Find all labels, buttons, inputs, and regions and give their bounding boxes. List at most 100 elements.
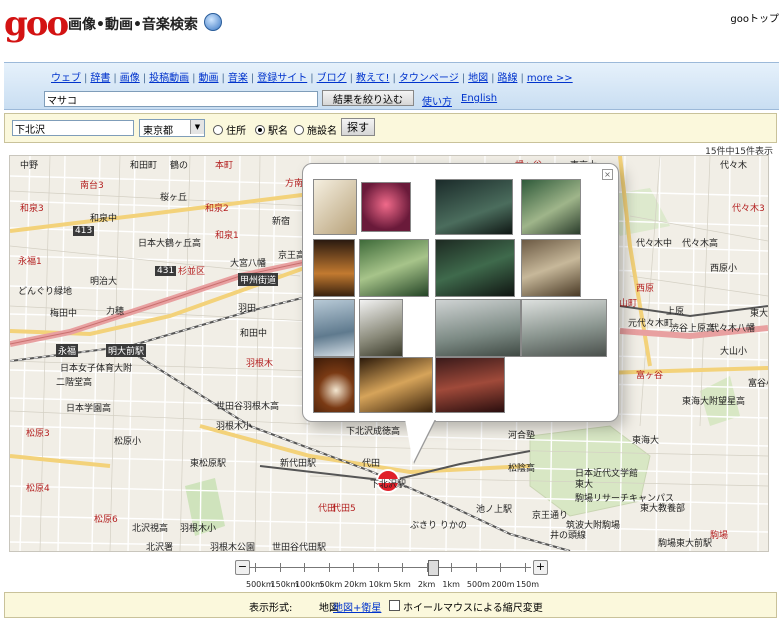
map-label: 和泉3 [20, 204, 44, 214]
map-label: 東大 [750, 309, 769, 319]
map-label: 東松原駅 [190, 459, 227, 469]
search-tab[interactable]: 地図 [468, 73, 488, 84]
zoom-tick[interactable] [353, 563, 355, 572]
radio-address[interactable]: 住所 [213, 122, 246, 137]
map-label: 代々木 [720, 161, 748, 171]
map-label: 代々木3 [732, 204, 765, 214]
photo-thumbnail[interactable] [361, 182, 411, 232]
zoom-tick[interactable] [328, 563, 330, 572]
map-label: 東海大附望星高 [682, 397, 746, 407]
search-tab[interactable]: 教えて! [356, 73, 390, 84]
zoom-tick[interactable] [402, 563, 404, 572]
photo-thumbnail[interactable] [313, 179, 357, 235]
close-icon[interactable]: × [602, 169, 613, 180]
radio-station[interactable]: 駅名 [255, 122, 288, 137]
map-label: ぶきり りかの [410, 521, 467, 531]
search-tab[interactable]: タウンページ [399, 73, 459, 84]
narrow-results-button[interactable]: 結果を絞り込む [322, 90, 414, 106]
zoom-out-button[interactable]: − [235, 560, 250, 575]
radio-facility[interactable]: 施設名 [294, 122, 337, 137]
search-tab[interactable]: 投稿動画 [149, 73, 189, 84]
find-button[interactable]: 探す [341, 118, 375, 136]
search-tab[interactable]: 路線 [497, 73, 517, 84]
search-input[interactable] [44, 91, 318, 107]
search-tab[interactable]: 辞書 [90, 73, 110, 84]
zoom-tick[interactable] [377, 563, 379, 572]
wheel-zoom-checkbox[interactable] [389, 600, 400, 611]
photo-thumbnail[interactable] [359, 299, 403, 357]
photo-thumbnail[interactable] [313, 299, 355, 357]
prefecture-select[interactable]: 東京都 ▼ [139, 119, 205, 137]
map-label: 富谷小 [748, 379, 768, 389]
english-link[interactable]: English [461, 93, 497, 104]
search-tab[interactable]: 動画 [199, 73, 219, 84]
photo-thumbnail[interactable] [359, 357, 433, 413]
photo-thumbnail[interactable] [435, 299, 521, 357]
tab-separator: | [250, 73, 255, 84]
map-label: 羽根木公園 [210, 543, 256, 552]
photo-thumbnail[interactable] [435, 357, 505, 413]
map-label: 日本近代文学館 [575, 469, 639, 479]
zoom-in-button[interactable]: + [533, 560, 548, 575]
photo-thumbnail[interactable] [521, 299, 607, 357]
zoom-scale-label: 10km [368, 580, 392, 589]
zoom-tick[interactable] [255, 563, 256, 572]
station-input[interactable] [12, 120, 134, 136]
map-label: 代々木八幡 [710, 324, 756, 334]
photo-thumbnail[interactable] [435, 179, 513, 235]
zoom-tick[interactable] [279, 563, 281, 572]
search-tab[interactable]: 音楽 [228, 73, 248, 84]
map-label: 新代田駅 [280, 459, 317, 469]
map-label: 駒場リサーチキャンパス [575, 494, 675, 504]
zoom-slider-handle[interactable] [428, 560, 440, 576]
map-label: 代田 [318, 504, 337, 514]
search-tab[interactable]: ブログ [317, 73, 347, 84]
photo-thumbnail[interactable] [521, 179, 581, 235]
zoom-control: − + 500km 150km 100km 50km 20km 10km 5km 2km 1km… [235, 560, 548, 590]
zoom-scale-label: 150km [270, 580, 299, 589]
zoom-tick[interactable] [304, 563, 306, 572]
map-label: 西原 [636, 284, 655, 294]
photo-thumbnail[interactable] [435, 239, 515, 297]
search-tab[interactable]: 画像 [120, 73, 140, 84]
map-label: 松陰高 [508, 464, 536, 474]
map-label: 方南 [285, 179, 304, 189]
zoom-track[interactable] [249, 567, 531, 568]
map-label: 明治大 [90, 277, 118, 287]
photo-thumbnail[interactable] [521, 239, 581, 297]
map-label: 413 [73, 226, 95, 236]
search-tab[interactable]: ウェブ [51, 73, 81, 84]
map-label: 鶴の [170, 161, 189, 171]
map-label: 富ヶ谷 [636, 371, 664, 381]
map-label: 羽根木 [246, 359, 274, 369]
zoom-tick[interactable] [525, 563, 526, 572]
map-label: 上原 [666, 307, 685, 317]
wheel-zoom-label: ホイールマウスによる縮尺変更 [403, 603, 543, 614]
zoom-scale-label: 2km [417, 580, 436, 589]
zoom-scale-label: 150m [516, 580, 540, 589]
photo-popup: × [302, 163, 619, 422]
globe-icon [204, 13, 222, 31]
search-tab[interactable]: more >> [527, 73, 573, 84]
map-label: 日本女子体育大附 [60, 364, 133, 374]
zoom-tick[interactable] [475, 563, 477, 572]
display-map-satellite-link[interactable]: 地図+衛星 [333, 599, 381, 614]
goo-top-link[interactable]: gooトップ [730, 10, 779, 25]
photo-thumbnail[interactable] [313, 239, 355, 297]
zoom-tick[interactable] [451, 563, 453, 572]
search-tab[interactable]: 登録サイト [257, 73, 307, 84]
tab-separator: | [142, 73, 147, 84]
goo-logo[interactable]: goo [4, 4, 69, 44]
zoom-tick[interactable] [500, 563, 502, 572]
map-label: 渋谷上原高 [670, 324, 716, 334]
zoom-scale-label: 500m [466, 580, 490, 589]
map-label: 大宮八幡 [230, 259, 267, 269]
help-link[interactable]: 使い方 [422, 93, 452, 108]
map-label: 松原3 [26, 429, 50, 439]
map-label: 元代々木町 [628, 319, 674, 329]
photo-thumbnail[interactable] [359, 239, 429, 297]
map-label: 桜ヶ丘 [160, 193, 188, 203]
map-label: 和泉中 [90, 214, 118, 224]
map-label: 北沢署 [146, 543, 174, 552]
photo-thumbnail[interactable] [313, 357, 355, 413]
